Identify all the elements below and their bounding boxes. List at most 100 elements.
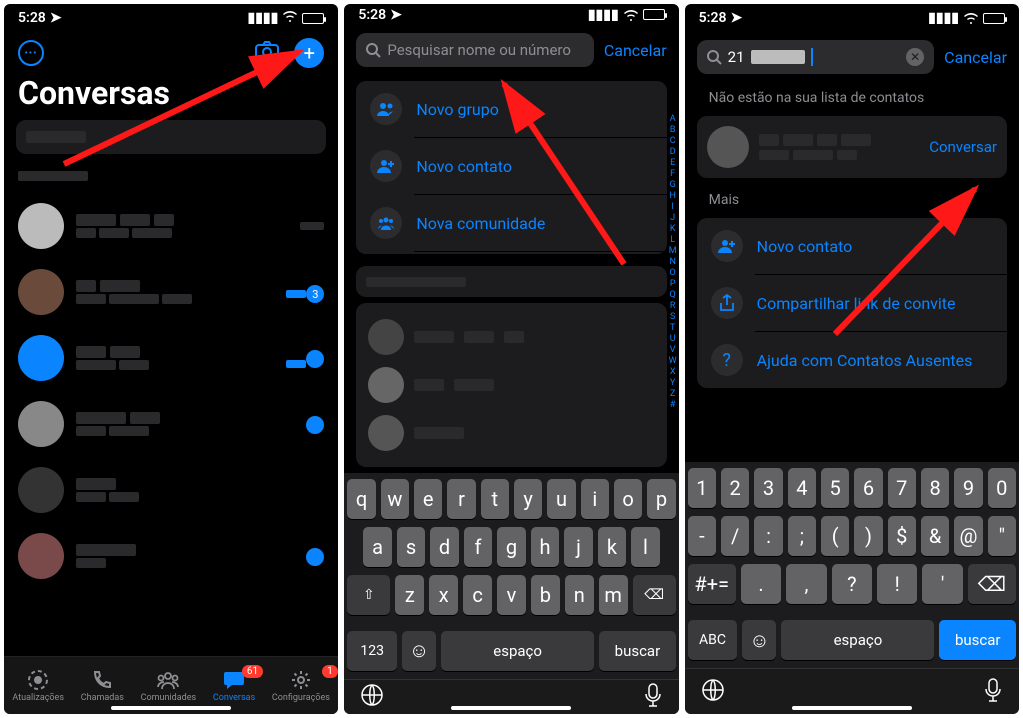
key-/[interactable]: / [721, 516, 749, 556]
search-input[interactable]: Pesquisar nome ou número [356, 33, 594, 67]
chat-row[interactable] [4, 523, 338, 589]
key-&[interactable]: & [921, 516, 949, 556]
chat-row[interactable] [4, 457, 338, 523]
space-key[interactable]: espaço [781, 620, 934, 660]
tab-communities[interactable]: Comunidades [141, 669, 196, 703]
key-;[interactable]: ; [788, 516, 816, 556]
key-k[interactable]: k [598, 527, 626, 567]
cancel-button[interactable]: Cancelar [944, 48, 1007, 67]
key-1[interactable]: 1 [688, 468, 716, 508]
key-m[interactable]: m [599, 575, 628, 615]
key-i[interactable]: i [581, 479, 609, 519]
mic-key[interactable] [983, 677, 1003, 707]
chat-row[interactable] [4, 193, 338, 259]
key-"[interactable]: " [988, 516, 1016, 556]
key-h[interactable]: h [531, 527, 559, 567]
emoji-key[interactable]: ☺ [402, 631, 436, 671]
tab-calls[interactable]: Chamadas [81, 669, 124, 703]
cancel-button[interactable]: Cancelar [604, 41, 667, 60]
tab-chats[interactable]: Conversas 61 [213, 669, 255, 703]
key-f[interactable]: f [464, 527, 492, 567]
numbers-key[interactable]: 123 [347, 631, 397, 671]
help-missing-button[interactable]: ? Ajuda com Contatos Ausentes [697, 332, 1007, 388]
home-indicator[interactable] [111, 706, 231, 710]
key-z[interactable]: z [395, 575, 424, 615]
emoji-key[interactable]: ☺ [742, 620, 776, 660]
key-,[interactable]: , [786, 564, 826, 604]
key-r[interactable]: r [447, 479, 475, 519]
contact-row[interactable] [366, 361, 656, 409]
globe-key[interactable] [360, 683, 384, 711]
key-s[interactable]: s [397, 527, 425, 567]
search-input[interactable] [16, 120, 326, 154]
key-.[interactable]: . [741, 564, 781, 604]
key-o[interactable]: o [614, 479, 642, 519]
key-y[interactable]: y [514, 479, 542, 519]
key-q[interactable]: q [347, 479, 375, 519]
key-@[interactable]: @ [954, 516, 982, 556]
key-6[interactable]: 6 [854, 468, 882, 508]
new-group-button[interactable]: Novo grupo [356, 81, 666, 137]
space-key[interactable]: espaço [441, 631, 594, 671]
key-a[interactable]: a [363, 527, 391, 567]
az-index[interactable]: ABCDEFGHIJKLMNOPQRSTUVWXYZ# [669, 114, 677, 411]
key-9[interactable]: 9 [954, 468, 982, 508]
key-b[interactable]: b [531, 575, 560, 615]
key-?[interactable]: ? [832, 564, 872, 604]
key-:[interactable]: : [754, 516, 782, 556]
key-0[interactable]: 0 [988, 468, 1016, 508]
key-n[interactable]: n [565, 575, 594, 615]
key-g[interactable]: g [497, 527, 525, 567]
symbols-key[interactable]: #+= [688, 564, 736, 604]
key-c[interactable]: c [463, 575, 492, 615]
key-p[interactable]: p [647, 479, 675, 519]
key-'[interactable]: ' [922, 564, 962, 604]
return-key[interactable]: buscar [599, 631, 676, 671]
key-)[interactable]: ) [854, 516, 882, 556]
key--[interactable]: - [688, 516, 716, 556]
chat-row[interactable] [4, 325, 338, 391]
mic-key[interactable] [643, 682, 663, 712]
new-contact-button[interactable]: Novo contato [356, 138, 666, 194]
key-4[interactable]: 4 [788, 468, 816, 508]
key-w[interactable]: w [381, 479, 409, 519]
shift-key[interactable]: ⇧ [347, 575, 390, 615]
abc-key[interactable]: ABC [688, 620, 738, 660]
new-contact-button[interactable]: Novo contato [697, 218, 1007, 274]
key-7[interactable]: 7 [888, 468, 916, 508]
return-key[interactable]: buscar [939, 620, 1016, 660]
search-input[interactable]: 21 ✕ [697, 40, 935, 74]
key-t[interactable]: t [481, 479, 509, 519]
new-broadcast-button[interactable]: Nova transmissão [356, 252, 666, 254]
key-3[interactable]: 3 [754, 468, 782, 508]
backspace-key[interactable]: ⌫ [633, 575, 676, 615]
share-invite-button[interactable]: Compartilhar link de convite [697, 275, 1007, 331]
tab-updates[interactable]: Atualizações [12, 669, 64, 703]
key-l[interactable]: l [631, 527, 659, 567]
tab-settings[interactable]: Configurações 1 [272, 669, 330, 703]
key-j[interactable]: j [564, 527, 592, 567]
key-2[interactable]: 2 [721, 468, 749, 508]
key-x[interactable]: x [429, 575, 458, 615]
key-$[interactable]: $ [888, 516, 916, 556]
key-8[interactable]: 8 [921, 468, 949, 508]
home-indicator[interactable] [792, 706, 912, 710]
more-menu-button[interactable]: ••• [18, 40, 44, 66]
camera-icon[interactable] [254, 40, 280, 66]
contact-row[interactable] [366, 409, 656, 457]
key-![interactable]: ! [877, 564, 917, 604]
key-([interactable]: ( [821, 516, 849, 556]
chat-row[interactable] [4, 391, 338, 457]
new-chat-button[interactable]: + [294, 38, 324, 68]
chat-row[interactable]: 3 [4, 259, 338, 325]
backspace-key[interactable]: ⌫ [968, 564, 1016, 604]
home-indicator[interactable] [451, 706, 571, 710]
key-5[interactable]: 5 [821, 468, 849, 508]
key-e[interactable]: e [414, 479, 442, 519]
clear-search-button[interactable]: ✕ [906, 48, 924, 66]
globe-key[interactable] [701, 678, 725, 706]
contact-row[interactable] [366, 313, 656, 361]
key-d[interactable]: d [430, 527, 458, 567]
key-u[interactable]: u [547, 479, 575, 519]
key-v[interactable]: v [497, 575, 526, 615]
